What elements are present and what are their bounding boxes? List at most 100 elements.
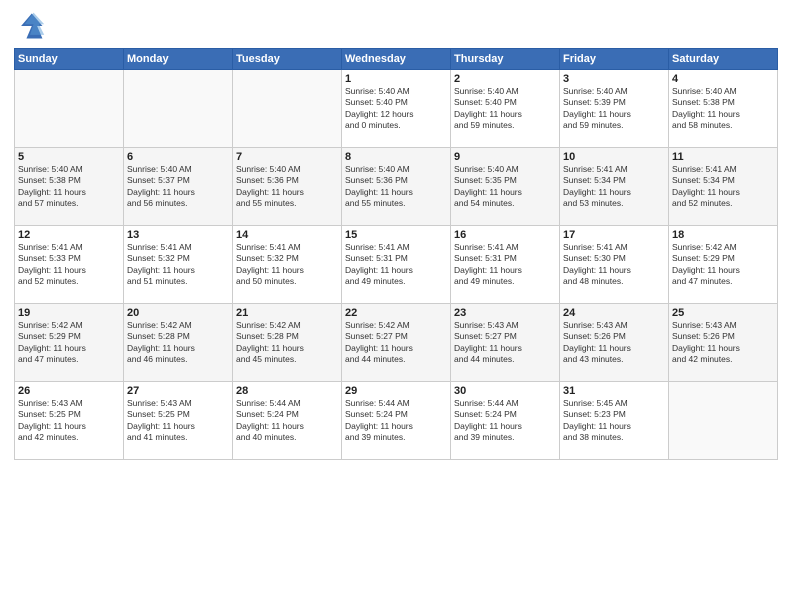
- day-cell: [124, 70, 233, 148]
- day-number: 11: [672, 151, 774, 163]
- header-row: SundayMondayTuesdayWednesdayThursdayFrid…: [15, 49, 778, 70]
- day-number: 25: [672, 307, 774, 319]
- day-number: 4: [672, 73, 774, 85]
- day-info: Sunrise: 5:40 AM Sunset: 5:35 PM Dayligh…: [454, 164, 556, 210]
- col-header-friday: Friday: [560, 49, 669, 70]
- day-cell: 23Sunrise: 5:43 AM Sunset: 5:27 PM Dayli…: [451, 304, 560, 382]
- day-info: Sunrise: 5:41 AM Sunset: 5:30 PM Dayligh…: [563, 242, 665, 288]
- logo: [14, 10, 50, 42]
- day-cell: 28Sunrise: 5:44 AM Sunset: 5:24 PM Dayli…: [233, 382, 342, 460]
- day-number: 22: [345, 307, 447, 319]
- day-info: Sunrise: 5:43 AM Sunset: 5:25 PM Dayligh…: [127, 398, 229, 444]
- day-number: 28: [236, 385, 338, 397]
- day-info: Sunrise: 5:40 AM Sunset: 5:40 PM Dayligh…: [454, 86, 556, 132]
- day-number: 7: [236, 151, 338, 163]
- day-info: Sunrise: 5:43 AM Sunset: 5:27 PM Dayligh…: [454, 320, 556, 366]
- day-info: Sunrise: 5:41 AM Sunset: 5:32 PM Dayligh…: [127, 242, 229, 288]
- day-cell: [15, 70, 124, 148]
- day-info: Sunrise: 5:43 AM Sunset: 5:25 PM Dayligh…: [18, 398, 120, 444]
- day-cell: 4Sunrise: 5:40 AM Sunset: 5:38 PM Daylig…: [669, 70, 778, 148]
- day-cell: 12Sunrise: 5:41 AM Sunset: 5:33 PM Dayli…: [15, 226, 124, 304]
- day-cell: 20Sunrise: 5:42 AM Sunset: 5:28 PM Dayli…: [124, 304, 233, 382]
- day-info: Sunrise: 5:41 AM Sunset: 5:34 PM Dayligh…: [672, 164, 774, 210]
- day-number: 6: [127, 151, 229, 163]
- day-number: 3: [563, 73, 665, 85]
- day-number: 31: [563, 385, 665, 397]
- day-info: Sunrise: 5:41 AM Sunset: 5:32 PM Dayligh…: [236, 242, 338, 288]
- col-header-tuesday: Tuesday: [233, 49, 342, 70]
- day-number: 30: [454, 385, 556, 397]
- week-row-4: 19Sunrise: 5:42 AM Sunset: 5:29 PM Dayli…: [15, 304, 778, 382]
- day-number: 9: [454, 151, 556, 163]
- day-number: 1: [345, 73, 447, 85]
- day-info: Sunrise: 5:41 AM Sunset: 5:31 PM Dayligh…: [454, 242, 556, 288]
- day-info: Sunrise: 5:43 AM Sunset: 5:26 PM Dayligh…: [563, 320, 665, 366]
- day-info: Sunrise: 5:42 AM Sunset: 5:28 PM Dayligh…: [236, 320, 338, 366]
- calendar-container: SundayMondayTuesdayWednesdayThursdayFrid…: [0, 0, 792, 612]
- day-number: 16: [454, 229, 556, 241]
- day-info: Sunrise: 5:41 AM Sunset: 5:31 PM Dayligh…: [345, 242, 447, 288]
- day-number: 2: [454, 73, 556, 85]
- calendar-table: SundayMondayTuesdayWednesdayThursdayFrid…: [14, 48, 778, 460]
- week-row-2: 5Sunrise: 5:40 AM Sunset: 5:38 PM Daylig…: [15, 148, 778, 226]
- day-info: Sunrise: 5:40 AM Sunset: 5:38 PM Dayligh…: [672, 86, 774, 132]
- day-number: 13: [127, 229, 229, 241]
- day-cell: [669, 382, 778, 460]
- day-cell: 22Sunrise: 5:42 AM Sunset: 5:27 PM Dayli…: [342, 304, 451, 382]
- day-info: Sunrise: 5:45 AM Sunset: 5:23 PM Dayligh…: [563, 398, 665, 444]
- day-number: 17: [563, 229, 665, 241]
- day-cell: 29Sunrise: 5:44 AM Sunset: 5:24 PM Dayli…: [342, 382, 451, 460]
- day-number: 14: [236, 229, 338, 241]
- day-cell: 6Sunrise: 5:40 AM Sunset: 5:37 PM Daylig…: [124, 148, 233, 226]
- week-row-1: 1Sunrise: 5:40 AM Sunset: 5:40 PM Daylig…: [15, 70, 778, 148]
- col-header-wednesday: Wednesday: [342, 49, 451, 70]
- day-cell: 9Sunrise: 5:40 AM Sunset: 5:35 PM Daylig…: [451, 148, 560, 226]
- day-cell: 5Sunrise: 5:40 AM Sunset: 5:38 PM Daylig…: [15, 148, 124, 226]
- day-cell: 17Sunrise: 5:41 AM Sunset: 5:30 PM Dayli…: [560, 226, 669, 304]
- day-number: 12: [18, 229, 120, 241]
- day-cell: 8Sunrise: 5:40 AM Sunset: 5:36 PM Daylig…: [342, 148, 451, 226]
- day-cell: 11Sunrise: 5:41 AM Sunset: 5:34 PM Dayli…: [669, 148, 778, 226]
- day-info: Sunrise: 5:40 AM Sunset: 5:40 PM Dayligh…: [345, 86, 447, 132]
- day-info: Sunrise: 5:42 AM Sunset: 5:28 PM Dayligh…: [127, 320, 229, 366]
- day-info: Sunrise: 5:42 AM Sunset: 5:29 PM Dayligh…: [672, 242, 774, 288]
- day-number: 20: [127, 307, 229, 319]
- day-cell: 26Sunrise: 5:43 AM Sunset: 5:25 PM Dayli…: [15, 382, 124, 460]
- day-cell: 7Sunrise: 5:40 AM Sunset: 5:36 PM Daylig…: [233, 148, 342, 226]
- day-number: 27: [127, 385, 229, 397]
- day-number: 8: [345, 151, 447, 163]
- day-cell: 1Sunrise: 5:40 AM Sunset: 5:40 PM Daylig…: [342, 70, 451, 148]
- col-header-monday: Monday: [124, 49, 233, 70]
- day-info: Sunrise: 5:44 AM Sunset: 5:24 PM Dayligh…: [345, 398, 447, 444]
- day-cell: 16Sunrise: 5:41 AM Sunset: 5:31 PM Dayli…: [451, 226, 560, 304]
- day-info: Sunrise: 5:40 AM Sunset: 5:38 PM Dayligh…: [18, 164, 120, 210]
- day-cell: 18Sunrise: 5:42 AM Sunset: 5:29 PM Dayli…: [669, 226, 778, 304]
- day-number: 18: [672, 229, 774, 241]
- day-cell: 21Sunrise: 5:42 AM Sunset: 5:28 PM Dayli…: [233, 304, 342, 382]
- day-info: Sunrise: 5:41 AM Sunset: 5:33 PM Dayligh…: [18, 242, 120, 288]
- col-header-sunday: Sunday: [15, 49, 124, 70]
- day-number: 26: [18, 385, 120, 397]
- day-info: Sunrise: 5:43 AM Sunset: 5:26 PM Dayligh…: [672, 320, 774, 366]
- day-info: Sunrise: 5:42 AM Sunset: 5:29 PM Dayligh…: [18, 320, 120, 366]
- day-info: Sunrise: 5:40 AM Sunset: 5:37 PM Dayligh…: [127, 164, 229, 210]
- day-cell: 14Sunrise: 5:41 AM Sunset: 5:32 PM Dayli…: [233, 226, 342, 304]
- day-cell: 2Sunrise: 5:40 AM Sunset: 5:40 PM Daylig…: [451, 70, 560, 148]
- col-header-thursday: Thursday: [451, 49, 560, 70]
- logo-icon: [14, 10, 46, 42]
- day-cell: 27Sunrise: 5:43 AM Sunset: 5:25 PM Dayli…: [124, 382, 233, 460]
- day-cell: 24Sunrise: 5:43 AM Sunset: 5:26 PM Dayli…: [560, 304, 669, 382]
- day-info: Sunrise: 5:44 AM Sunset: 5:24 PM Dayligh…: [236, 398, 338, 444]
- day-cell: 31Sunrise: 5:45 AM Sunset: 5:23 PM Dayli…: [560, 382, 669, 460]
- day-cell: 3Sunrise: 5:40 AM Sunset: 5:39 PM Daylig…: [560, 70, 669, 148]
- day-number: 19: [18, 307, 120, 319]
- day-number: 23: [454, 307, 556, 319]
- day-cell: 19Sunrise: 5:42 AM Sunset: 5:29 PM Dayli…: [15, 304, 124, 382]
- day-cell: 30Sunrise: 5:44 AM Sunset: 5:24 PM Dayli…: [451, 382, 560, 460]
- day-cell: 15Sunrise: 5:41 AM Sunset: 5:31 PM Dayli…: [342, 226, 451, 304]
- day-info: Sunrise: 5:40 AM Sunset: 5:39 PM Dayligh…: [563, 86, 665, 132]
- day-cell: [233, 70, 342, 148]
- day-info: Sunrise: 5:40 AM Sunset: 5:36 PM Dayligh…: [236, 164, 338, 210]
- header: [14, 10, 778, 42]
- week-row-5: 26Sunrise: 5:43 AM Sunset: 5:25 PM Dayli…: [15, 382, 778, 460]
